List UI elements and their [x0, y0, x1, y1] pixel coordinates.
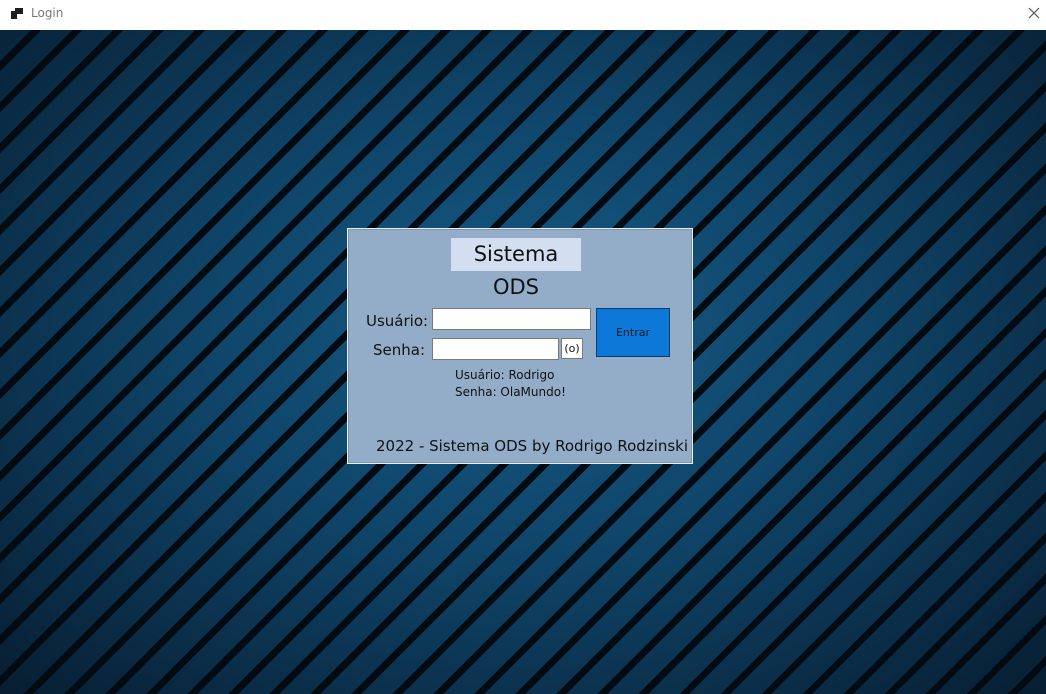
- title-bar: Login: [0, 0, 1046, 30]
- panel-title: Sistema ODS: [451, 238, 581, 299]
- background-area: Sistema ODS Usuário: Senha: (o) Entrar U…: [0, 30, 1046, 694]
- app-icon: [11, 8, 23, 19]
- submit-button[interactable]: Entrar: [596, 308, 670, 357]
- hint-user: Usuário: Rodrigo: [455, 368, 555, 382]
- password-label: Senha:: [373, 341, 426, 359]
- close-icon: [1028, 7, 1040, 19]
- password-input[interactable]: [432, 338, 559, 360]
- hint-password: Senha: OlaMundo!: [455, 385, 566, 399]
- footer-text: 2022 - Sistema ODS by Rodrigo Rodzinski: [376, 437, 689, 455]
- user-label: Usuário:: [366, 312, 429, 330]
- window-title: Login: [31, 6, 64, 20]
- login-panel: Sistema ODS Usuário: Senha: (o) Entrar U…: [347, 228, 693, 464]
- close-button[interactable]: [1024, 0, 1046, 30]
- user-input[interactable]: [432, 308, 591, 330]
- show-password-button[interactable]: (o): [561, 338, 583, 359]
